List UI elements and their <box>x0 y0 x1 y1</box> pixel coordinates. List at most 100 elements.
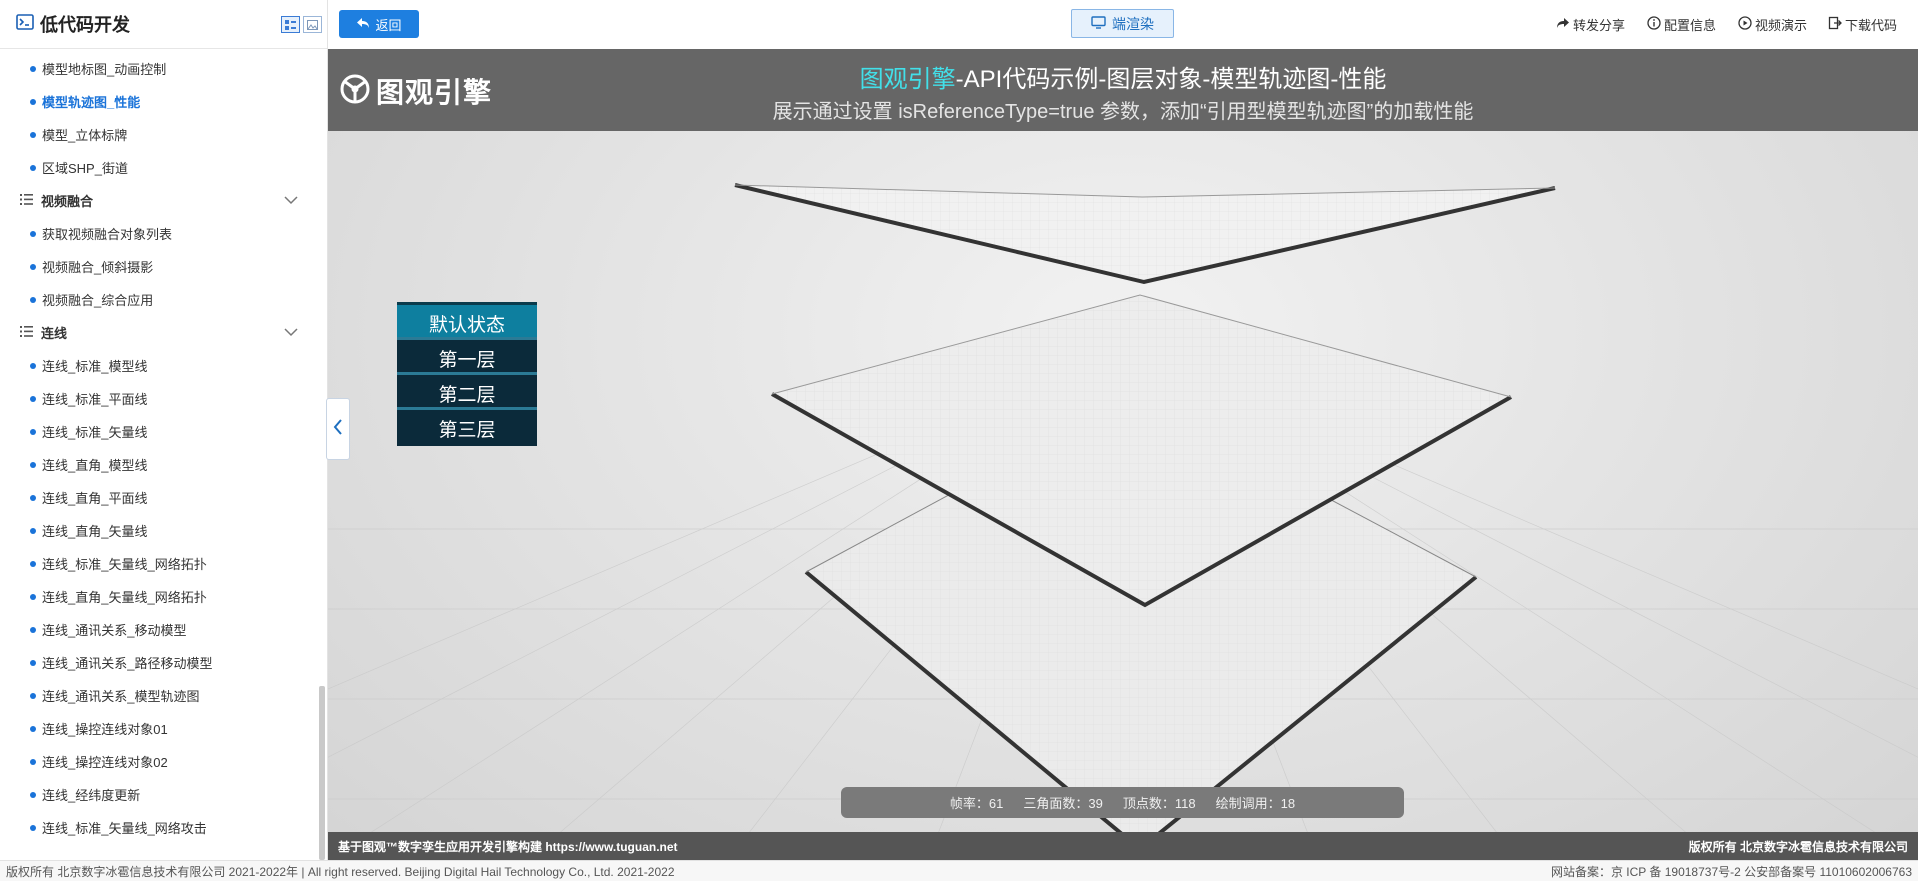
sidebar-item[interactable]: 模型_立体标牌 <box>0 118 320 151</box>
sidebar-item[interactable]: 连线_操控连线对象02 <box>0 745 320 778</box>
sidebar-item[interactable]: 连线_标准_平面线 <box>0 382 320 415</box>
back-arrow-icon <box>356 17 370 32</box>
render-stat-label: 顶点数 <box>1122 796 1162 811</box>
sidebar-item-label: 区域SHP_街道 <box>42 161 128 176</box>
bullet-dot-icon <box>30 791 36 798</box>
sidebar-item[interactable]: 区域SHP_街道 <box>0 151 320 184</box>
bullet-dot-icon <box>30 692 36 699</box>
sidebar-item-label: 连线_标准_平面线 <box>42 392 148 407</box>
scene-footer-right: 版权所有 北京数字冰雹信息技术有限公司 <box>1688 839 1908 854</box>
sidebar-item[interactable]: 连线_标准_矢量线 <box>0 415 320 448</box>
sidebar-item[interactable]: 连线_标准_矢量线_网络拓扑 <box>0 547 320 580</box>
sidebar-item-label: 连线_标准_模型线 <box>42 359 148 374</box>
sidebar-scrollbar[interactable] <box>319 686 325 860</box>
sidebar-item-label: 连线_标准_矢量线_网络拓扑 <box>42 557 207 572</box>
sidebar-title: 低代码开发 <box>40 15 130 35</box>
layer-default-button[interactable]: 默认状态 <box>397 302 537 341</box>
sidebar-item[interactable]: 视频融合_倾斜摄影 <box>0 250 320 283</box>
render-stat: 顶点数：118 <box>1122 796 1196 811</box>
bullet-dot-icon <box>30 725 36 732</box>
sidebar-item[interactable]: 模型地标图_动画控制 <box>0 52 320 85</box>
sidebar-item-label: 视频融合_倾斜摄影 <box>42 260 154 275</box>
render-stat-value: 18 <box>1280 796 1296 811</box>
chevron-down-icon <box>284 325 298 340</box>
render-stat-value: 118 <box>1174 796 1196 811</box>
bullet-dot-icon <box>30 494 36 501</box>
top-toolbar: 返回 端渲染 转发分享 配置信息 视频演示 下载代码 <box>328 0 1918 49</box>
sidebar-group[interactable]: 视频融合 <box>0 184 320 217</box>
video-demo-button[interactable]: 视频演示 <box>1738 15 1807 34</box>
sidebar-item[interactable]: 连线_经纬度更新 <box>0 778 320 811</box>
render-stat-value: 39 <box>1088 796 1103 811</box>
sidebar-item-label: 模型轨迹图_性能 <box>42 95 141 110</box>
sidebar-item-label: 连线_直角_平面线 <box>42 491 148 506</box>
render-stat-value: 61 <box>988 796 1004 811</box>
sidebar-item-label: 连线_直角_矢量线_网络拓扑 <box>42 590 207 605</box>
sidebar-item-label: 连线_通讯关系_路径移动模型 <box>42 656 213 671</box>
download-icon <box>1828 16 1842 33</box>
render-stat: 三角面数：39 <box>1023 796 1103 811</box>
list-icon <box>20 325 33 340</box>
sidebar-item[interactable]: 连线_直角_平面线 <box>0 481 320 514</box>
scene-header: 图观引擎 图观引擎-API代码示例-图层对象-模型轨迹图-性能 展示通过设置 i… <box>328 49 1918 131</box>
scene-title: 图观引擎-API代码示例-图层对象-模型轨迹图-性能 <box>328 59 1918 94</box>
scene-footer-left: 基于图观™数字孪生应用开发引擎构建 https://www.tuguan.net <box>338 839 678 854</box>
sidebar-group[interactable]: 连线 <box>0 316 320 349</box>
image-view-icon[interactable] <box>303 16 322 33</box>
scene-viewport[interactable]: 图观引擎 图观引擎-API代码示例-图层对象-模型轨迹图-性能 展示通过设置 i… <box>328 49 1918 860</box>
download-code-button[interactable]: 下载代码 <box>1828 15 1897 34</box>
sidebar-item[interactable]: 连线_通讯关系_模型轨迹图 <box>0 679 320 712</box>
render-stat-label: 帧率 <box>949 796 976 811</box>
bullet-dot-icon <box>30 428 36 435</box>
sidebar-item[interactable]: 模型轨迹图_性能 <box>0 85 320 118</box>
bullet-dot-icon <box>30 527 36 534</box>
sidebar-item-label: 连线_通讯关系_移动模型 <box>42 623 187 638</box>
bullet-dot-icon <box>30 263 36 270</box>
back-button[interactable]: 返回 <box>339 10 419 38</box>
sidebar-item-label: 连线_标准_矢量线 <box>42 425 148 440</box>
render-mode-button[interactable]: 端渲染 <box>1071 9 1174 38</box>
sidebar-item-label: 模型地标图_动画控制 <box>42 62 167 77</box>
sidebar-item[interactable]: 连线_通讯关系_路径移动模型 <box>0 646 320 679</box>
scene-title-highlight: 图观引擎 <box>859 66 956 93</box>
sidebar-item[interactable]: 获取视频融合对象列表 <box>0 217 320 250</box>
bullet-dot-icon <box>30 560 36 567</box>
layer-1-button[interactable]: 第一层 <box>397 337 537 376</box>
monitor-icon <box>1091 15 1106 32</box>
page-footer: 版权所有 北京数字冰雹信息技术有限公司 2021-2022年 | All rig… <box>0 860 1918 881</box>
sidebar-item[interactable]: 连线_直角_矢量线_网络拓扑 <box>0 580 320 613</box>
layer-2-button[interactable]: 第二层 <box>397 372 537 411</box>
sidebar-collapse-button[interactable] <box>326 398 350 460</box>
sidebar-item-label: 连线_标准_矢量线_网络攻击 <box>42 821 207 836</box>
back-button-label: 返回 <box>375 17 402 33</box>
bullet-dot-icon <box>30 461 36 468</box>
bullet-dot-icon <box>30 296 36 303</box>
sidebar-item-label: 连线_通讯关系_模型轨迹图 <box>42 689 200 704</box>
bullet-dot-icon <box>30 659 36 666</box>
bullet-dot-icon <box>30 98 36 105</box>
sidebar-item[interactable]: 连线_操控连线对象01 <box>0 712 320 745</box>
sidebar-item[interactable]: 连线_通讯关系_移动模型 <box>0 613 320 646</box>
sidebar-header: 低代码开发 <box>0 0 327 49</box>
sidebar-item[interactable]: 连线_直角_模型线 <box>0 448 320 481</box>
video-demo-label: 视频演示 <box>1755 18 1808 33</box>
sidebar-item[interactable]: 视频融合_综合应用 <box>0 283 320 316</box>
list-view-icon[interactable] <box>281 16 300 33</box>
sidebar-item-label: 连线_操控连线对象02 <box>42 755 168 770</box>
render-mode-label: 端渲染 <box>1112 15 1154 32</box>
sidebar-item-label: 视频融合_综合应用 <box>42 293 154 308</box>
share-arrow-icon <box>1556 17 1570 32</box>
bullet-dot-icon <box>30 131 36 138</box>
sidebar-item[interactable]: 连线_标准_模型线 <box>0 349 320 382</box>
sidebar-item-label: 连线_操控连线对象01 <box>42 722 168 737</box>
config-info-button[interactable]: 配置信息 <box>1647 15 1716 34</box>
layer-3-button[interactable]: 第三层 <box>397 407 537 446</box>
share-button[interactable]: 转发分享 <box>1556 15 1625 34</box>
icp-record-text: 网站备案：京 ICP 备 19018737号-2 公安部备案号 11010602… <box>1550 864 1912 879</box>
sidebar-item[interactable]: 连线_直角_矢量线 <box>0 514 320 547</box>
render-stat: 绘制调用：18 <box>1215 796 1296 811</box>
bullet-dot-icon <box>30 362 36 369</box>
sidebar-item[interactable]: 连线_标准_矢量线_网络攻击 <box>0 811 320 844</box>
render-stat-label: 绘制调用 <box>1215 796 1268 811</box>
app-root: 低代码开发 模型地标图_动画控制 模型轨迹图_性能 模型_立体标牌 区域SHP_街道视… <box>0 0 1918 881</box>
